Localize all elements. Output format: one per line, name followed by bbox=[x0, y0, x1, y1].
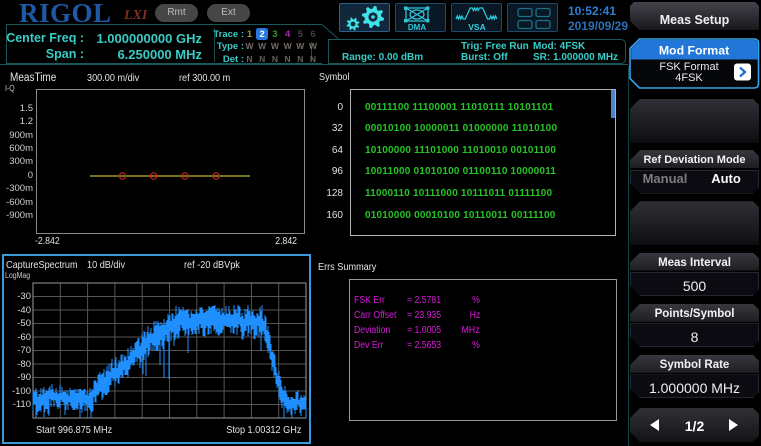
svg-text:4FSK: 4FSK bbox=[675, 72, 703, 84]
svg-text:Mod Format: Mod Format bbox=[659, 44, 729, 58]
